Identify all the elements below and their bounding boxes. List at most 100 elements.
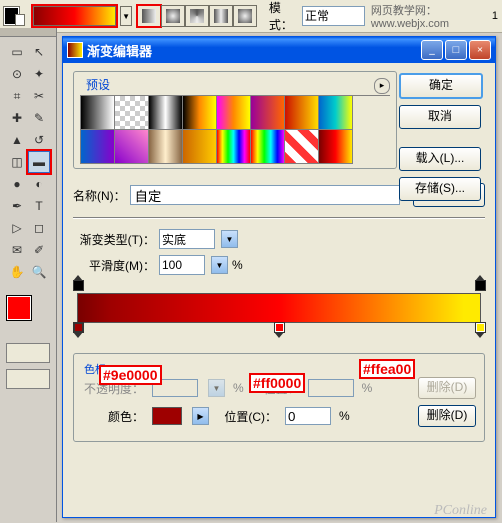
radial-gradient-btn[interactable] <box>161 5 185 27</box>
preset-swatch-1[interactable] <box>115 96 149 130</box>
watermark-text: 网页教学网：www.webjx.com <box>371 2 488 30</box>
quick-mask-toggle[interactable] <box>6 343 50 363</box>
screen-mode-toggle[interactable] <box>6 369 50 389</box>
color-stop-0[interactable] <box>73 322 83 336</box>
wand-tool[interactable]: ✦ <box>28 63 50 85</box>
color-swatch[interactable] <box>152 407 182 425</box>
move-tool[interactable]: ↖ <box>28 41 50 63</box>
notes-tool[interactable]: ✉ <box>6 239 28 261</box>
preset-swatch-6[interactable] <box>285 96 319 130</box>
dialog-title: 渐变编辑器 <box>87 41 152 60</box>
pct-label: % <box>232 258 243 272</box>
smoothness-input[interactable]: 100 <box>159 255 205 275</box>
preset-swatch-8[interactable] <box>81 130 115 164</box>
stamp-tool[interactable]: ▲ <box>6 129 28 151</box>
opacity-stop-right[interactable] <box>475 280 485 294</box>
position2-label: 位置(C)： <box>217 408 277 425</box>
chevron-right-icon[interactable]: ▶ <box>192 407 209 425</box>
slice-tool[interactable]: ✂ <box>28 85 50 107</box>
color-stop-2[interactable] <box>475 322 485 336</box>
presets-label: 预设 <box>84 76 112 93</box>
gradient-bar[interactable] <box>77 293 481 323</box>
name-label: 名称(N)： <box>73 187 126 204</box>
hand-tool[interactable]: ✋ <box>6 261 28 283</box>
path-tool[interactable]: ✒ <box>6 195 28 217</box>
gradient-editor-dialog: 渐变编辑器 _ □ × 预设 ▸ 确定 取消 载入(L)... 存储(S)...… <box>62 36 496 518</box>
preset-swatch-2[interactable] <box>149 96 183 130</box>
opacity-value: 1 <box>492 10 498 22</box>
dialog-icon <box>67 42 83 58</box>
history-brush-tool[interactable]: ↺ <box>28 129 50 151</box>
crop-tool[interactable]: ⌗ <box>6 85 28 107</box>
preset-swatch-11[interactable] <box>183 130 217 164</box>
dodge-tool[interactable]: ◐ <box>28 173 50 195</box>
eyedropper-tool[interactable]: ✐ <box>28 239 50 261</box>
linear-gradient-btn[interactable] <box>137 5 161 27</box>
presets-group: 预设 ▸ <box>73 71 397 169</box>
foreground-color[interactable] <box>6 295 32 321</box>
ok-button[interactable]: 确定 <box>399 73 483 99</box>
zoom-tool[interactable]: 🔍 <box>28 261 50 283</box>
marquee-tool[interactable]: ▭ <box>6 41 28 63</box>
save-button[interactable]: 存储(S)... <box>399 177 481 201</box>
chevron-down-icon: ▼ <box>208 379 225 397</box>
divider <box>73 217 485 219</box>
annotation-left: #9e0000 <box>99 365 162 385</box>
mode-label: 模式： <box>269 0 298 33</box>
eraser-tool[interactable]: ◫ <box>6 151 28 173</box>
options-bar: ▼ 模式： 正常 网页教学网：www.webjx.com 1 <box>0 0 502 33</box>
smoothness-label: 平滑度(M)： <box>73 257 155 274</box>
type-tool[interactable]: T <box>28 195 50 217</box>
pen-tool[interactable]: ▷ <box>6 217 28 239</box>
tools-panel: ▭ ↖ ⊙ ✦ ⌗ ✂ ✚ ✎ ▲ ↺ ◫ ▬ ● ◐ ✒ T ▷ ◻ ✉ ✐ … <box>0 28 57 522</box>
preset-swatch-10[interactable] <box>149 130 183 164</box>
delete-opacity-stop-btn: 删除(D) <box>418 377 476 399</box>
bg-swatch-mini[interactable] <box>15 14 25 26</box>
shape-tool[interactable]: ◻ <box>28 217 50 239</box>
diamond-gradient-btn[interactable] <box>233 5 257 27</box>
chevron-down-icon[interactable]: ▼ <box>221 230 238 248</box>
preset-swatch-3[interactable] <box>183 96 217 130</box>
preset-swatch-13[interactable] <box>251 130 285 164</box>
presets-menu-icon[interactable]: ▸ <box>374 78 390 94</box>
reflected-gradient-btn[interactable] <box>209 5 233 27</box>
gradient-picker-arrow[interactable]: ▼ <box>120 6 132 26</box>
delete-color-stop-btn[interactable]: 删除(D) <box>418 405 476 427</box>
load-button[interactable]: 载入(L)... <box>399 147 481 171</box>
preset-swatches <box>80 95 390 164</box>
gradient-type-label: 渐变类型(T)： <box>73 231 155 248</box>
cancel-button[interactable]: 取消 <box>399 105 481 129</box>
chevron-down-icon[interactable]: ▼ <box>211 256 228 274</box>
preset-swatch-9[interactable] <box>115 130 149 164</box>
blend-mode-select[interactable]: 正常 <box>302 6 365 26</box>
name-input[interactable] <box>130 185 400 205</box>
annotation-mid: #ff0000 <box>249 373 305 393</box>
preset-swatch-0[interactable] <box>81 96 115 130</box>
opacity-stop-left[interactable] <box>73 280 83 294</box>
lasso-tool[interactable]: ⊙ <box>6 63 28 85</box>
preset-swatch-4[interactable] <box>217 96 251 130</box>
gradient-type-select[interactable]: 实底 <box>159 229 215 249</box>
annotation-right: #ffea00 <box>359 359 415 379</box>
preset-swatch-7[interactable] <box>319 96 353 130</box>
preset-swatch-5[interactable] <box>251 96 285 130</box>
minimize-btn[interactable]: _ <box>421 40 443 60</box>
close-btn[interactable]: × <box>469 40 491 60</box>
titlebar[interactable]: 渐变编辑器 _ □ × <box>63 37 495 63</box>
color-position-input[interactable] <box>285 407 331 425</box>
color-stop-1[interactable] <box>274 322 284 336</box>
brush-tool[interactable]: ✎ <box>28 107 50 129</box>
preset-swatch-14[interactable] <box>285 130 319 164</box>
gradient-tool[interactable]: ▬ <box>28 151 50 173</box>
blur-tool[interactable]: ● <box>6 173 28 195</box>
gradient-ramp[interactable] <box>77 293 481 323</box>
color-field-label: 颜色： <box>82 408 144 425</box>
heal-tool[interactable]: ✚ <box>6 107 28 129</box>
angle-gradient-btn[interactable] <box>185 5 209 27</box>
maximize-btn[interactable]: □ <box>445 40 467 60</box>
watermark-pconline: PConline <box>434 503 487 519</box>
preset-swatch-12[interactable] <box>217 130 251 164</box>
gradient-picker[interactable] <box>33 6 116 26</box>
preset-swatch-15[interactable] <box>319 130 353 164</box>
opacity-position-input <box>308 379 354 397</box>
